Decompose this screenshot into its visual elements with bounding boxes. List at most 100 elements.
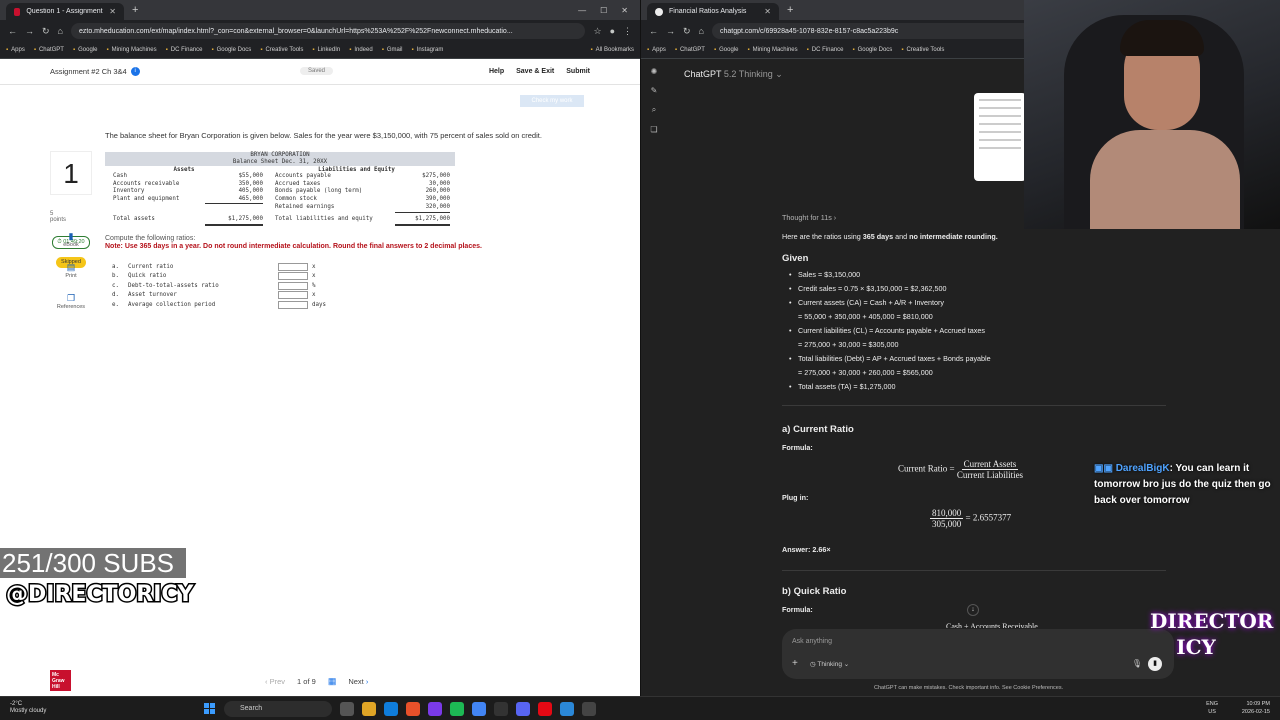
bookmark-item[interactable]: Google [714, 47, 738, 53]
bookmark-item[interactable]: Instagram [412, 47, 444, 53]
page-indicator[interactable]: 1 of 9 [297, 677, 316, 686]
quick-ratio-input[interactable] [278, 272, 308, 281]
new-tab-icon[interactable]: + [787, 4, 793, 16]
search-icon[interactable]: ⌕ [652, 105, 656, 115]
obs-icon[interactable] [494, 702, 508, 716]
asset-value: 465,000 [205, 196, 263, 205]
close-window-icon[interactable]: ✕ [621, 6, 628, 15]
home-icon[interactable]: ⌂ [699, 26, 704, 36]
prev-button[interactable]: ‹ Prev [265, 677, 285, 686]
profile-avatar[interactable]: ● [610, 26, 615, 36]
bookmark-item[interactable]: LinkedIn [312, 47, 341, 53]
home-icon[interactable]: ⌂ [58, 26, 63, 36]
ratio-name: Quick ratio [128, 273, 167, 280]
model-selector[interactable]: ChatGPT 5.2 Thinking ⌄ [684, 69, 783, 80]
close-tab-icon[interactable]: ✕ [764, 7, 771, 16]
maximize-icon[interactable]: ☐ [600, 6, 607, 15]
thought-duration[interactable]: Thought for 11s › [782, 213, 836, 222]
taskbar-search[interactable]: Search [224, 701, 332, 717]
save-exit-button[interactable]: Save & Exit [516, 68, 554, 75]
bookmark-item[interactable]: DC Finance [807, 47, 844, 53]
ebook-tool[interactable]: ▮ eBook [50, 231, 92, 248]
back-icon[interactable]: ← [8, 26, 17, 36]
forward-icon[interactable]: → [666, 26, 675, 36]
left-active-tab[interactable]: Question 1 - Assignment #2 Ch ✕ [6, 3, 124, 20]
weather-widget[interactable]: -2°C Mostly cloudy [10, 701, 46, 715]
app-icon[interactable] [428, 702, 442, 716]
spotify-icon[interactable] [450, 702, 464, 716]
bookmark-item[interactable]: Creative Tools [901, 47, 944, 53]
app-icon[interactable] [538, 702, 552, 716]
firefox-icon[interactable] [406, 702, 420, 716]
right-active-tab[interactable]: Financial Ratios Analysis ✕ [647, 3, 779, 20]
chatgpt-sidebar: ✺ ✎ ⌕ ❏ [641, 59, 667, 696]
bookmark-item[interactable]: DC Finance [166, 47, 203, 53]
check-my-work-button[interactable]: Check my work [520, 95, 584, 107]
file-explorer-icon[interactable] [362, 702, 376, 716]
grid-view-icon[interactable]: ▦ [328, 676, 337, 687]
minimize-icon[interactable]: — [578, 6, 586, 15]
attached-screenshot-thumbnail[interactable] [974, 93, 1026, 181]
bookmark-item[interactable]: Gmail [382, 47, 403, 53]
app-icon[interactable] [560, 702, 574, 716]
close-tab-icon[interactable]: ✕ [109, 7, 116, 16]
prompt-composer[interactable]: Ask anything + ◷ Thinking ⌄ 🎙 ▮ [782, 629, 1174, 679]
bookmark-item[interactable]: Google Docs [211, 47, 252, 53]
ratio-answers: a. Current ratio x b. Quick ratio x c. Debt-t… [112, 262, 326, 310]
bookmark-star-icon[interactable]: ☆ [593, 26, 601, 37]
language-indicator[interactable]: ENG US [1206, 700, 1218, 716]
info-icon[interactable]: i [130, 67, 140, 76]
question-number: 1 [50, 151, 92, 195]
all-bookmarks[interactable]: All Bookmarks [591, 47, 634, 53]
new-chat-icon[interactable]: ✎ [651, 86, 658, 95]
prompt-input[interactable]: Ask anything [792, 638, 832, 645]
help-link[interactable]: Help [489, 68, 504, 75]
collection-period-input[interactable] [278, 300, 308, 309]
print-tool[interactable]: ▤ Print [50, 262, 92, 279]
task-view-icon[interactable] [340, 702, 354, 716]
bookmark-item[interactable]: ChatGPT [34, 47, 64, 53]
next-button[interactable]: Next › [348, 677, 368, 686]
bookmark-item[interactable]: Creative Tools [260, 47, 303, 53]
bookmark-item[interactable]: Google Docs [852, 47, 893, 53]
reload-icon[interactable]: ↻ [42, 26, 50, 37]
assignment-header: Assignment #2 Ch 3&4 i Saved Help Save &… [0, 59, 640, 85]
debt-ratio-input[interactable] [278, 281, 308, 290]
left-url-field[interactable]: ezto.mheducation.com/ext/map/index.html?… [70, 23, 586, 39]
current-ratio-input[interactable] [278, 262, 308, 271]
ratio-letter: e. [112, 301, 119, 308]
back-icon[interactable]: ← [649, 26, 658, 36]
scroll-down-button[interactable]: ↓ [967, 604, 979, 616]
asset-turnover-input[interactable] [278, 291, 308, 300]
bookmark-item[interactable]: ChatGPT [675, 47, 705, 53]
references-tool[interactable]: ❐ References [50, 293, 92, 310]
menu-icon[interactable]: ⋮ [623, 26, 632, 37]
windows-start-icon[interactable] [204, 703, 215, 714]
bookmark-item[interactable]: Apps [6, 47, 25, 53]
reload-icon[interactable]: ↻ [683, 26, 691, 37]
microphone-icon[interactable]: 🎙 [1132, 659, 1142, 668]
system-clock[interactable]: 10:09 PM 2026-02-15 [1242, 700, 1270, 716]
openai-logo-icon[interactable]: ✺ [651, 67, 658, 76]
sheet-row: Plant and equipment 465,000 Common stock 39… [105, 196, 455, 205]
bookmark-item[interactable]: Google [73, 47, 97, 53]
library-icon[interactable]: ❏ [650, 125, 657, 134]
discord-icon[interactable] [516, 702, 530, 716]
add-attachment-icon[interactable]: + [792, 658, 798, 669]
forward-icon[interactable]: → [25, 26, 34, 36]
bookmark-item[interactable]: Mining Machines [747, 47, 798, 53]
chatgpt-disclaimer: ChatGPT can make mistakes. Check importa… [874, 685, 1064, 691]
chrome-icon[interactable] [472, 702, 486, 716]
liability-name: Bonds payable (long term) [275, 188, 363, 195]
new-tab-icon[interactable]: + [132, 4, 138, 16]
submit-button[interactable]: Submit [566, 68, 590, 75]
bookmark-item[interactable]: Indeed [349, 47, 372, 53]
app-icon[interactable] [582, 702, 596, 716]
asset-name: Plant and equipment [113, 195, 180, 202]
thinking-chip[interactable]: ◷ Thinking ⌄ [810, 660, 849, 668]
chatgpt-favicon-icon [655, 7, 663, 16]
edge-icon[interactable] [384, 702, 398, 716]
bookmark-item[interactable]: Mining Machines [106, 47, 157, 53]
rounding-note: Note: Use 365 days in a year. Do not rou… [105, 243, 482, 250]
bookmark-item[interactable]: Apps [647, 47, 666, 53]
